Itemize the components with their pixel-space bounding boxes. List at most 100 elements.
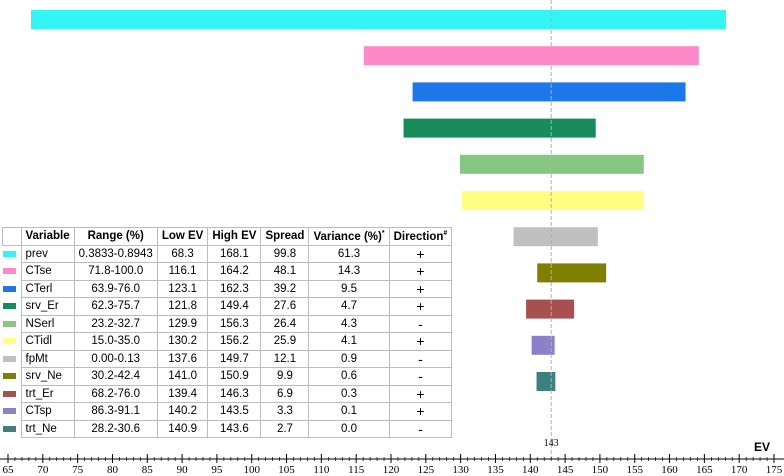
low-ev-cell: 139.4 (156, 384, 209, 403)
high-ev-cell: 149.7 (207, 349, 262, 368)
low-ev-cell: 68.3 (156, 244, 209, 263)
header-variable: Variable (20, 227, 75, 246)
x-tick-label-105: 105 (278, 464, 295, 476)
legend-swatch-CTerl (2, 285, 16, 292)
range-cell: 71.8-100.0 (73, 262, 158, 281)
spread-cell: 27.6 (260, 297, 310, 316)
legend-swatch-srv_Er (2, 303, 16, 310)
high-ev-cell: 156.2 (207, 332, 262, 351)
variable-cell: prev (20, 244, 75, 263)
legend-swatch-prev (2, 250, 16, 257)
x-tick-label-95: 95 (211, 464, 223, 476)
low-ev-cell: 137.6 (156, 349, 209, 368)
high-ev-cell: 146.3 (207, 384, 262, 403)
direction-cell: + (388, 332, 453, 351)
x-tick-label-135: 135 (487, 464, 504, 476)
x-tick-label-175: 175 (766, 464, 783, 476)
direction-cell: + (388, 262, 453, 281)
direction-cell: + (388, 279, 453, 298)
x-tick-label-170: 170 (731, 464, 748, 476)
table-row: srv_Er 62.3-75.7 121.8 149.4 27.6 4.7 + (2, 297, 453, 316)
spread-cell: 3.3 (260, 402, 310, 421)
direction-cell: - (388, 314, 453, 333)
range-cell: 63.9-76.0 (73, 279, 158, 298)
high-ev-cell: 162.3 (207, 279, 262, 298)
x-tick-label-70: 70 (37, 464, 49, 476)
variable-cell: CTse (20, 262, 75, 281)
direction-cell: + (388, 297, 453, 316)
high-ev-cell: 143.5 (207, 402, 262, 421)
x-tick-label-120: 120 (383, 464, 400, 476)
bar-srv_Ne (537, 263, 607, 283)
range-cell: 62.3-75.7 (73, 297, 158, 316)
variable-cell: fpMt (20, 349, 75, 368)
direction-cell: + (388, 244, 453, 263)
low-ev-cell: 116.1 (156, 262, 209, 281)
x-tick-label-115: 115 (348, 464, 365, 476)
x-tick-label-150: 150 (592, 464, 609, 476)
table-row: prev 0.3833-0.8943 68.3 168.1 99.8 61.3 + (2, 244, 453, 263)
direction-cell: - (388, 419, 453, 438)
header-direction: Direction# (388, 227, 453, 246)
bar-fpMt (513, 227, 598, 247)
direction-cell: + (388, 384, 453, 403)
direction-cell: + (388, 402, 453, 421)
legend-swatch-trt_Ne (2, 425, 16, 432)
x-tick-label-165: 165 (696, 464, 713, 476)
direction-cell: - (388, 367, 453, 386)
spread-cell: 48.1 (260, 262, 310, 281)
x-tick-label-145: 145 (557, 464, 574, 476)
swatch (2, 403, 22, 421)
variance-cell: 14.3 (308, 262, 390, 281)
x-tick-label-155: 155 (626, 464, 643, 476)
legend-swatch-CTse (2, 268, 16, 275)
low-ev-cell: 140.2 (156, 402, 209, 421)
swatch (2, 420, 22, 438)
baseline-label: 143 (544, 438, 559, 449)
swatch (2, 350, 22, 368)
low-ev-cell: 141.0 (156, 367, 209, 386)
legend-swatch-fpMt (2, 355, 16, 362)
low-ev-cell: 130.2 (156, 332, 209, 351)
low-ev-cell: 121.8 (156, 297, 209, 316)
x-tick-label-90: 90 (177, 464, 189, 476)
table-row: NSerl 23.2-32.7 129.9 156.3 26.4 4.3- (2, 314, 453, 333)
bar-CTerl (412, 82, 686, 102)
range-cell: 30.2-42.4 (73, 367, 158, 386)
spread-cell: 6.9 (260, 384, 310, 403)
legend-swatch-srv_Ne (2, 373, 16, 380)
table-row: CTsp 86.3-91.1 140.2 143.5 3.3 0.1 + (2, 402, 453, 421)
bar-trt_Ne (536, 372, 556, 391)
low-ev-cell: 129.9 (156, 314, 209, 333)
legend-swatch-CTidl (2, 338, 16, 345)
table-body: prev 0.3833-0.8943 68.3 168.1 99.8 61.3 + CTse 7… (2, 244, 453, 438)
table-row: fpMt 0.00-0.13 137.6 149.7 12.1 0.9- (2, 349, 453, 368)
variable-cell: srv_Er (20, 297, 75, 316)
bar-NSerl (459, 154, 644, 174)
variable-table: Variable Range (%) Low EV High EV Spread… (2, 227, 453, 438)
spread-cell: 25.9 (260, 332, 310, 351)
variance-cell: 9.5 (308, 279, 390, 298)
header-low-ev: Low EV (156, 227, 209, 246)
variance-cell: 61.3 (308, 244, 390, 263)
swatch (2, 385, 22, 403)
swatch (2, 298, 22, 316)
high-ev-cell: 168.1 (207, 244, 262, 263)
variable-cell: srv_Ne (20, 367, 75, 386)
range-cell: 68.2-76.0 (73, 384, 158, 403)
swatch (2, 245, 22, 263)
x-tick-label-65: 65 (3, 464, 15, 476)
variance-cell: 4.7 (308, 297, 390, 316)
range-cell: 86.3-91.1 (73, 402, 158, 421)
high-ev-cell: 150.9 (207, 367, 262, 386)
swatch (2, 315, 22, 333)
variable-cell: trt_Er (20, 384, 75, 403)
high-ev-cell: 143.6 (207, 419, 262, 438)
table-row: CTse 71.8-100.0 116.1 164.2 48.1 14.3 + (2, 262, 453, 281)
range-cell: 0.3833-0.8943 (73, 244, 158, 263)
x-tick-label-125: 125 (418, 464, 435, 476)
bar-CTidl (462, 191, 644, 210)
x-tick-label-85: 85 (142, 464, 154, 476)
legend-swatch-CTsp (2, 408, 16, 415)
variable-cell: CTerl (20, 279, 75, 298)
